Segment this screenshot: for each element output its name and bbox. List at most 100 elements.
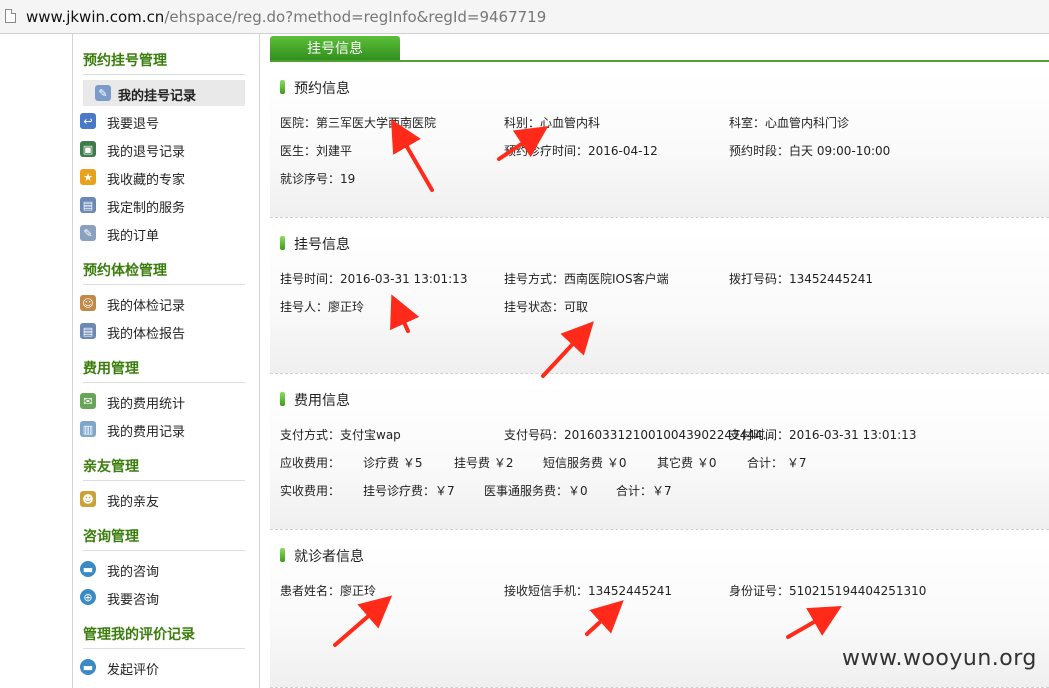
tab-registration-info[interactable]: 挂号信息 xyxy=(270,36,400,62)
id-card-icon: ▤ xyxy=(80,197,96,213)
patient-name-field: 患者姓名：廖正玲 xyxy=(280,584,377,598)
sidebar-item-label: 我的体检记录 xyxy=(107,299,186,314)
checkup-user-icon: ☺ xyxy=(80,295,96,311)
sidebar-item-label: 我的亲友 xyxy=(107,495,160,510)
sidebar-item-checkup-records[interactable]: ☺ 我的体检记录 xyxy=(80,290,245,316)
registration-status-field: 挂号状态：可取 xyxy=(504,300,589,314)
url-host: www.jkwin.com.cn xyxy=(26,8,165,26)
sidebar-item-fee-records[interactable]: ▥ 我的费用记录 xyxy=(80,416,245,442)
registration-time-field: 挂号时间：2016-03-31 13:01:13 xyxy=(280,272,468,286)
sidebar-item-label: 我的咨询 xyxy=(107,565,160,580)
sidebar-item-label: 我的费用统计 xyxy=(107,397,186,412)
url-path: /ehspace/reg.do?method=regInfo&regId=946… xyxy=(164,8,547,26)
divider xyxy=(83,648,245,649)
consult-icon: ▬ xyxy=(80,561,96,577)
divider xyxy=(83,550,245,551)
sms-phone-field: 接收短信手机：13452445241 xyxy=(504,584,672,598)
fees-panel: 费用信息 支付方式：支付宝wap 支付号码：201603312100100439… xyxy=(270,384,1049,530)
panel-title: 费用信息 xyxy=(294,393,350,409)
fee-item: 诊疗费 ￥5 xyxy=(363,456,423,470)
order-icon: ✎ xyxy=(80,225,96,241)
watermark: www.wooyun.org xyxy=(842,646,1037,671)
divider xyxy=(83,284,245,285)
divider xyxy=(83,382,245,383)
tab-underline xyxy=(270,60,1049,62)
panel-title: 挂号信息 xyxy=(294,237,350,253)
url-text[interactable]: www.jkwin.com.cn/ehspace/reg.do?method=r… xyxy=(26,8,546,26)
sidebar-item-friends[interactable]: ☻ 我的亲友 xyxy=(80,486,245,512)
dial-number-field: 拨打号码：13452445241 xyxy=(729,272,873,286)
hospital-field: 医院：第三军医大学西南医院 xyxy=(280,116,437,130)
sidebar-item-label: 我定制的服务 xyxy=(107,201,186,216)
sidebar-item-label: 我的挂号记录 xyxy=(118,89,197,104)
fee-item: 挂号诊疗费：￥7 xyxy=(363,484,455,498)
sidebar-item-label: 我的订单 xyxy=(107,229,160,244)
section-marker xyxy=(280,392,285,406)
registration-panel: 挂号信息 挂号时间：2016-03-31 13:01:13 挂号方式：西南医院I… xyxy=(270,228,1049,374)
sidebar-item-cancel-records[interactable]: ▣ 我的退号记录 xyxy=(80,136,245,162)
fee-total: 合计： ￥7 xyxy=(747,456,807,470)
id-number-field: 身份证号：510215194404251310 xyxy=(729,584,927,598)
sidebar-item-ask-consultation[interactable]: ⊕ 我要咨询 xyxy=(80,584,245,610)
fee-item: 其它费 ￥0 xyxy=(657,456,717,470)
friends-icon: ☻ xyxy=(80,491,96,507)
department-field: 科别：心血管内科 xyxy=(504,116,601,130)
ask-icon: ⊕ xyxy=(80,589,96,605)
sidebar-item-label: 我收藏的专家 xyxy=(107,173,186,188)
sidebar-item-label: 我的费用记录 xyxy=(107,425,186,440)
fee-item: 挂号费 ￥2 xyxy=(454,456,514,470)
appointment-date-field: 预约诊疗时间：2016-04-12 xyxy=(504,144,658,158)
panel-title: 预约信息 xyxy=(294,81,350,97)
sequence-number-field: 就诊序号：19 xyxy=(280,172,356,186)
divider xyxy=(83,74,245,75)
sidebar-item-cancel-registration[interactable]: ↩ 我要退号 xyxy=(80,108,245,134)
fee-item: 医事通服务费：￥0 xyxy=(484,484,588,498)
sidebar-item-favorite-experts[interactable]: ★ 我收藏的专家 xyxy=(80,164,245,190)
report-icon: ▤ xyxy=(80,323,96,339)
panel-title: 就诊者信息 xyxy=(294,549,364,565)
sidebar-item-fee-stats[interactable]: ✉ 我的费用统计 xyxy=(80,388,245,414)
edit-icon: ✎ xyxy=(95,85,111,101)
payment-method-field: 支付方式：支付宝wap xyxy=(280,428,401,442)
sidebar-item-checkup-reports[interactable]: ▤ 我的体检报告 xyxy=(80,318,245,344)
sidebar-item-my-consultations[interactable]: ▬ 我的咨询 xyxy=(80,556,245,582)
doctor-field: 医生：刘建平 xyxy=(280,144,353,158)
sidebar-item-orders[interactable]: ✎ 我的订单 xyxy=(80,220,245,246)
divider xyxy=(83,480,245,481)
payment-time-field: 支付时间：2016-03-31 13:01:13 xyxy=(729,428,917,442)
section-marker xyxy=(280,236,285,250)
fee-item: 短信服务费 ￥0 xyxy=(543,456,627,470)
sidebar-item-label: 我的退号记录 xyxy=(107,145,186,160)
main-content: 挂号信息 预约信息 医院：第三军医大学西南医院 科别：心血管内科 科室：心血管内… xyxy=(270,34,1049,688)
registrant-field: 挂号人：廖正玲 xyxy=(280,300,365,314)
address-bar[interactable]: www.jkwin.com.cn/ehspace/reg.do?method=r… xyxy=(0,0,1049,34)
sidebar-section-title: 预约体检管理 xyxy=(83,263,167,279)
monitor-icon: ▣ xyxy=(80,141,96,157)
sidebar-section-title: 咨询管理 xyxy=(83,529,139,545)
sidebar-section-title: 管理我的评价记录 xyxy=(83,627,195,643)
sidebar-item-label: 我的体检报告 xyxy=(107,327,186,342)
appointment-period-field: 预约时段：白天 09:00-10:00 xyxy=(729,144,891,158)
appointment-panel: 预约信息 医院：第三军医大学西南医院 科别：心血管内科 科室：心血管内科门诊 医… xyxy=(270,72,1049,218)
sidebar-item-label: 我要退号 xyxy=(107,117,160,132)
paid-fee-label: 实收费用： xyxy=(280,484,341,498)
sidebar-item-my-registrations[interactable]: ✎ 我的挂号记录 xyxy=(83,80,245,106)
sidebar-section-title: 预约挂号管理 xyxy=(83,53,167,69)
registration-method-field: 挂号方式：西南医院IOS客户端 xyxy=(504,272,669,286)
sidebar-section-title: 亲友管理 xyxy=(83,459,139,475)
clinic-field: 科室：心血管内科门诊 xyxy=(729,116,850,130)
star-icon: ★ xyxy=(80,169,96,185)
fee-total: 合计：￥7 xyxy=(616,484,672,498)
fee-stats-icon: ✉ xyxy=(80,393,96,409)
sidebar-item-label: 发起评价 xyxy=(107,663,160,678)
fee-records-icon: ▥ xyxy=(80,421,96,437)
user-return-icon: ↩ xyxy=(80,113,96,129)
page-icon xyxy=(5,9,16,23)
sidebar-item-label: 我要咨询 xyxy=(107,593,160,608)
sidebar-item-start-review[interactable]: ▬ 发起评价 xyxy=(80,654,245,680)
due-fee-label: 应收费用： xyxy=(280,456,341,470)
section-marker xyxy=(280,548,285,562)
section-marker xyxy=(280,80,285,94)
sidebar: 预约挂号管理 ✎ 我的挂号记录 ↩ 我要退号 ▣ 我的退号记录 ★ 我收藏的专家… xyxy=(72,34,260,688)
sidebar-item-custom-services[interactable]: ▤ 我定制的服务 xyxy=(80,192,245,218)
